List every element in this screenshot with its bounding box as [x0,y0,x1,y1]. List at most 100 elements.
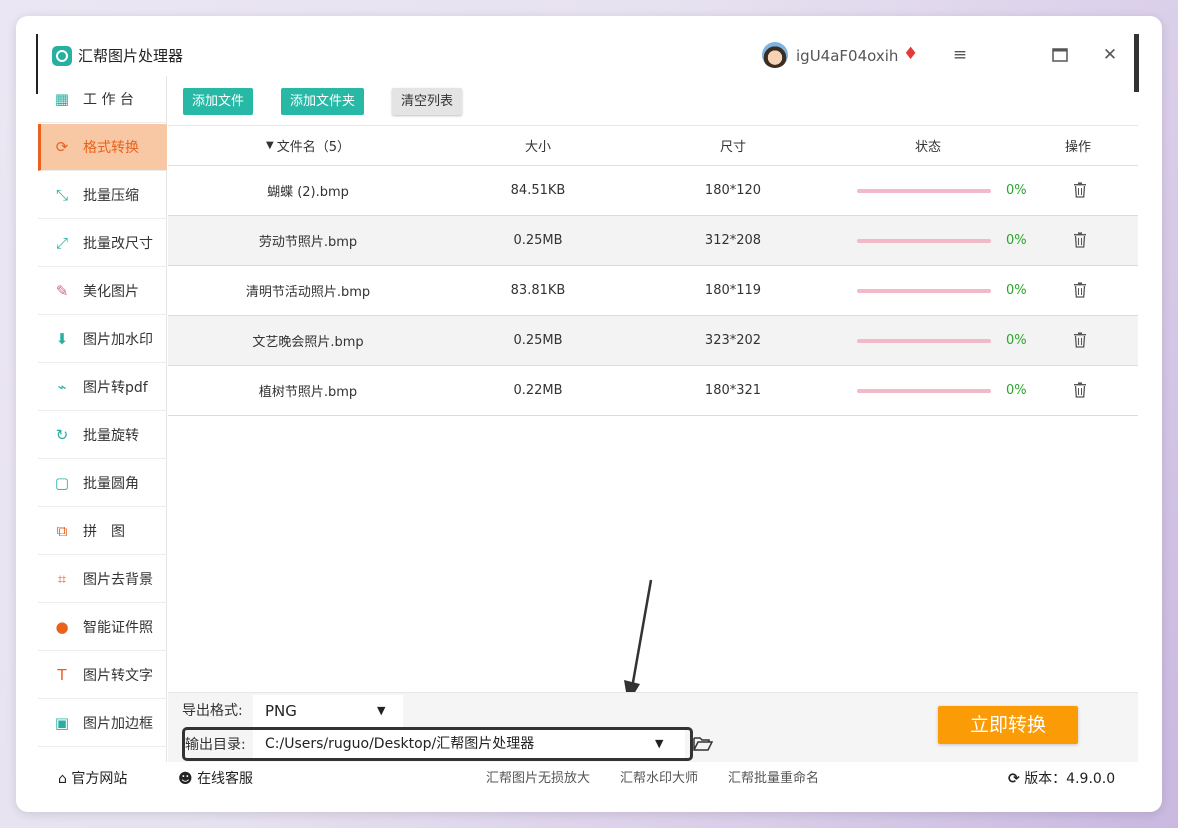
sidebar-item-id-photo[interactable]: ● 智能证件照 [38,604,167,651]
sidebar-item-label: 美化图片 [83,284,139,300]
official-website-link[interactable]: ⌂ 官方网站 [58,770,127,788]
title-bar: 汇帮图片处理器 igU4aF04oxih ♦ ≡ ✕ [16,16,1162,94]
file-name: 文艺晚会照片.bmp [252,335,364,350]
sidebar-item-label: 批量圆角 [83,476,139,492]
progress-bar [857,189,991,193]
sidebar-item-workbench[interactable]: ▦ 工 作 台 [38,76,167,123]
progress-percent: 0% [1006,183,1027,198]
sidebar-item-label: 图片转文字 [83,668,153,684]
vip-diamond-icon[interactable]: ♦ [903,44,918,64]
id-photo-icon: ● [55,618,69,636]
file-name: 劳动节照片.bmp [258,235,358,250]
sort-caret-icon: ▼ [266,140,274,151]
file-name: 蝴蝶 (2).bmp [267,185,349,200]
table-row[interactable]: 植树节照片.bmp 0.22MB 180*321 0% [168,366,1138,416]
output-dir-select[interactable]: C:/Users/ruguo/Desktop/汇帮图片处理器 ▼ [253,730,685,758]
convert-now-button[interactable]: 立即转换 [938,706,1078,744]
clear-list-button[interactable]: 清空列表 [392,88,463,115]
column-header-name[interactable]: ▼ 文件名（5） [258,126,358,165]
footer-link-rename[interactable]: 汇帮批量重命名 [728,770,819,788]
round-corner-icon: ▢ [54,474,70,492]
progress-percent: 0% [1006,383,1027,398]
footer-link-watermark[interactable]: 汇帮水印大师 [620,770,698,788]
sidebar-item-label: 拼 图 [83,524,125,540]
table-row[interactable]: 清明节活动照片.bmp 83.81KB 180*119 0% [168,266,1138,316]
footer-link-upscale[interactable]: 汇帮图片无损放大 [486,770,590,788]
progress-bar [857,239,991,243]
sidebar-item-frame[interactable]: ▣ 图片加边框 [38,700,167,747]
table-header: ▼ 文件名（5） 大小 尺寸 状态 操作 [168,126,1138,166]
user-avatar[interactable] [762,42,788,68]
chevron-down-icon: ▼ [655,737,664,750]
sidebar-item-rotate[interactable]: ↻ 批量旋转 [38,412,167,459]
resize-icon: ⤢ [55,234,68,252]
sidebar-item-label: 图片去背景 [83,572,153,588]
file-dimensions: 312*208 [704,233,762,248]
sidebar-item-label: 智能证件照 [83,620,153,636]
compress-icon: ⤡ [55,186,68,204]
app-logo-icon [52,46,72,66]
progress-percent: 0% [1006,333,1027,348]
table-row[interactable]: 劳动节照片.bmp 0.25MB 312*208 0% [168,216,1138,266]
table-row[interactable]: 蝴蝶 (2).bmp 84.51KB 180*120 0% [168,166,1138,216]
right-edge-divider [1134,34,1139,92]
sidebar-item-puzzle[interactable]: ⧉ 拼 图 [38,508,167,555]
hamburger-icon[interactable]: ≡ [948,44,972,66]
sidebar-item-label: 批量旋转 [83,428,139,444]
chevron-down-icon: ▼ [377,704,386,717]
trash-icon[interactable] [1073,282,1087,298]
crop-background-icon: ⌗ [57,570,67,588]
sidebar-item-remove-background[interactable]: ⌗ 图片去背景 [38,556,167,603]
folder-open-icon[interactable] [693,735,713,753]
file-dimensions: 180*321 [704,383,762,398]
grid-icon: ▦ [54,90,70,108]
sidebar-item-watermark[interactable]: ⬇ 图片加水印 [38,316,167,363]
progress-percent: 0% [1006,233,1027,248]
frame-icon: ▣ [54,714,70,732]
trash-icon[interactable] [1073,332,1087,348]
progress-bar [857,339,991,343]
column-header-size: 大小 [524,140,551,155]
home-icon: ⌂ [58,771,67,787]
format-select[interactable]: PNG ▼ [253,695,403,727]
username[interactable]: igU4aF04oxih [796,46,898,66]
trash-icon[interactable] [1073,232,1087,248]
app-title: 汇帮图片处理器 [78,47,184,65]
watermark-icon: ⬇ [55,330,69,348]
format-convert-icon: ⟳ [55,138,69,156]
sidebar-item-compress[interactable]: ⤡ 批量压缩 [38,172,167,219]
progress-bar [857,389,991,393]
sidebar-item-to-text[interactable]: T 图片转文字 [38,652,167,699]
maximize-icon[interactable] [1048,44,1072,68]
sidebar-item-format-convert[interactable]: ⟳ 格式转换 [38,124,167,171]
sidebar-item-to-pdf[interactable]: ⌁ 图片转pdf [38,364,167,411]
sidebar-item-beautify[interactable]: ✎ 美化图片 [38,268,167,315]
sidebar: ▦ 工 作 台 ⟳ 格式转换 ⤡ 批量压缩 ⤢ 批量改尺寸 ✎ 美化图片 ⬇ 图… [38,76,167,762]
file-dimensions: 323*202 [704,333,762,348]
file-name: 植树节照片.bmp [258,385,358,400]
puzzle-icon: ⧉ [56,522,68,540]
sidebar-item-label: 工 作 台 [83,92,134,108]
footer: ⌂ 官方网站 ☻ 在线客服 汇帮图片无损放大 汇帮水印大师 汇帮批量重命名 ⟳ … [38,762,1138,796]
sidebar-item-label: 图片转pdf [83,380,148,396]
close-icon[interactable]: ✕ [1098,44,1122,66]
annotation-arrow-icon [624,579,653,704]
file-size: 0.25MB [513,233,563,248]
sidebar-item-resize[interactable]: ⤢ 批量改尺寸 [38,220,167,267]
trash-icon[interactable] [1073,182,1087,198]
trash-icon[interactable] [1073,382,1087,398]
sidebar-item-round-corner[interactable]: ▢ 批量圆角 [38,460,167,507]
add-folder-button[interactable]: 添加文件夹 [281,88,365,115]
version-info[interactable]: ⟳ 版本：4.9.0.0 [1008,770,1115,788]
add-file-button[interactable]: 添加文件 [183,88,254,115]
file-size: 83.81KB [510,283,566,298]
online-support-link[interactable]: ☻ 在线客服 [178,770,253,788]
output-dir-label: 输出目录: [185,737,246,753]
column-header-dimensions: 尺寸 [719,140,746,155]
column-header-status: 状态 [914,140,941,155]
format-value: PNG [265,702,297,720]
beautify-icon: ✎ [55,282,69,300]
rotate-icon: ↻ [55,426,69,444]
pdf-icon: ⌁ [57,378,67,396]
table-row[interactable]: 文艺晚会照片.bmp 0.25MB 323*202 0% [168,316,1138,366]
